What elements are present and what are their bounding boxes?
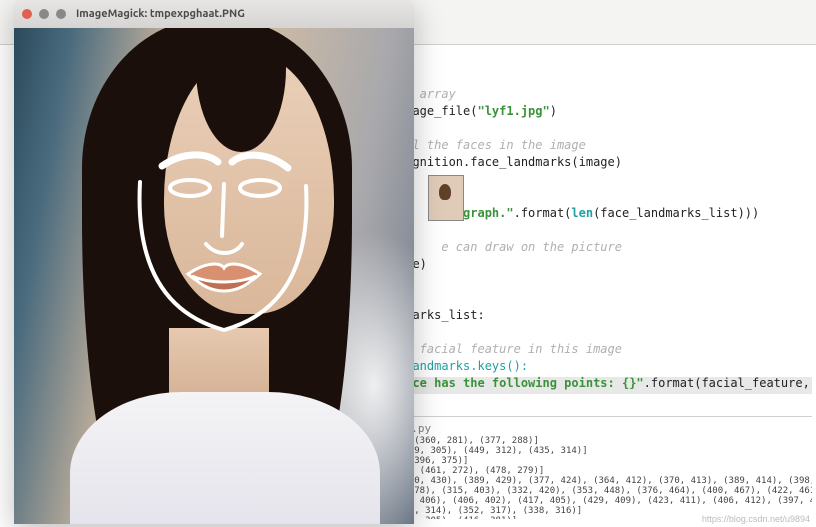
code-text: .format(facial_feature, fa xyxy=(644,376,816,390)
code-string: face has the following points: {}" xyxy=(398,376,644,390)
viewer-canvas[interactable] xyxy=(14,28,414,524)
code-keyword: len xyxy=(571,206,593,220)
code-editor[interactable]: py array image_file("lyf1.jpg") all the … xyxy=(398,86,812,392)
code-text: cognition.face_landmarks(image) xyxy=(398,155,622,169)
code-comment: all the faces in the image xyxy=(398,138,586,152)
console-line: 364, 314), (352, 317), (338, 316)] xyxy=(398,506,582,516)
console-output[interactable]: ), (360, 281), (377, 288)] (459, 305), (… xyxy=(398,436,812,519)
console-line: ), (360, 281), (377, 288)] xyxy=(398,436,539,446)
code-text: ) xyxy=(550,104,557,118)
viewer-titlebar[interactable]: ImageMagick: tmpexpghaat.PNG xyxy=(14,0,414,29)
viewer-app-name: ImageMagick: xyxy=(76,8,147,20)
code-text: .format( xyxy=(514,206,572,220)
console-line: 97, 406), (406, 402), (417, 405), (429, … xyxy=(398,496,812,506)
minimize-icon[interactable] xyxy=(39,9,49,19)
console-line: 3), (461, 272), (478, 279)] xyxy=(398,466,544,476)
watermark-text: https://blog.csdn.net/u9894 xyxy=(702,514,810,524)
close-icon[interactable] xyxy=(22,9,32,19)
code-text: (face_landmarks_list))) xyxy=(593,206,759,220)
code-method: _landmarks.keys(): xyxy=(398,359,528,373)
floating-thumbnail[interactable] xyxy=(428,175,464,221)
console-line: , 378), (315, 403), (332, 420), (353, 44… xyxy=(398,486,812,496)
maximize-icon[interactable] xyxy=(56,9,66,19)
code-comment: ch facial feature in this image xyxy=(398,342,622,356)
window-controls xyxy=(22,9,66,19)
image-viewer-window[interactable]: ImageMagick: tmpexpghaat.PNG xyxy=(14,0,414,524)
code-comment: t e can draw on the picture xyxy=(398,240,622,254)
photo-subject-shape xyxy=(70,392,380,524)
console-line: (459, 305), (449, 312), (435, 314)] xyxy=(398,446,588,456)
code-string: "lyf1.jpg" xyxy=(477,104,549,118)
console-line: 487, 305), (416, 381)] xyxy=(398,516,517,519)
console-line: (390, 430), (389, 429), (377, 424), (364… xyxy=(398,476,812,486)
viewer-file-name: tmpexpghaat.PNG xyxy=(150,8,245,20)
